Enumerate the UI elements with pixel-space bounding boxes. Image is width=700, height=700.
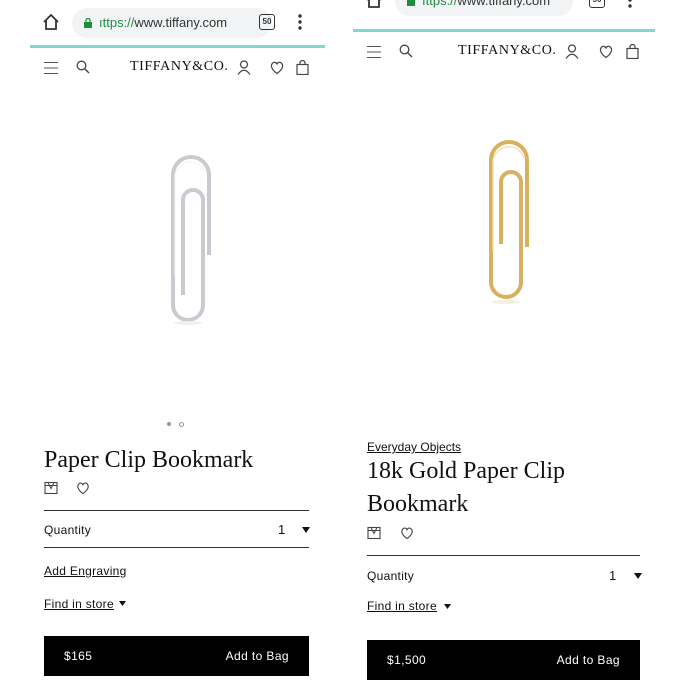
home-icon[interactable] (365, 0, 383, 9)
wishlist-heart-icon[interactable] (76, 481, 90, 495)
carousel-dot-active[interactable] (167, 422, 171, 426)
wishlist-heart-icon[interactable] (599, 44, 613, 59)
quantity-dropdown-caret-icon[interactable] (634, 573, 642, 579)
tiffany-logo[interactable]: TIFFANY&CO. (458, 43, 557, 59)
more-options-icon[interactable] (628, 0, 632, 8)
browser-toolbar: ıttps://www.tiffany.com 50 (30, 0, 325, 42)
address-bar[interactable]: ıttps://www.tiffany.com (72, 8, 272, 38)
quantity-label: Quantity (44, 523, 92, 537)
product-title-line-2: Bookmark (367, 491, 469, 517)
category-link[interactable]: Everyday Objects (367, 440, 461, 454)
left-screenshot: ıttps://www.tiffany.com 50 TIFFANY&CO. P… (30, 0, 325, 700)
product-price: $165 (64, 649, 93, 663)
right-screenshot: ıttps://www.tiffany.com 50 TIFFANY&CO. (353, 0, 655, 700)
account-icon[interactable] (237, 60, 251, 75)
account-icon[interactable] (565, 44, 579, 59)
add-to-bag-label: Add to Bag (225, 649, 289, 663)
browser-toolbar: ıttps://www.tiffany.com 50 (353, 0, 655, 20)
lock-icon (84, 18, 92, 28)
add-to-bag-button[interactable]: $165 Add to Bag (44, 636, 309, 676)
site-header: TIFFANY&CO. (30, 54, 325, 82)
product-title: Paper Clip Bookmark (44, 447, 254, 473)
find-in-store-link[interactable]: Find in store (44, 597, 114, 611)
hamburger-icon[interactable] (44, 61, 58, 75)
site-header: TIFFANY&CO. (353, 38, 655, 66)
search-icon[interactable] (399, 44, 413, 58)
url-text: ıttps://www.tiffany.com (422, 0, 551, 8)
product-price: $1,500 (387, 653, 427, 667)
add-to-bag-label: Add to Bag (556, 653, 620, 667)
brand-rule (30, 45, 325, 48)
wishlist-heart-icon[interactable] (270, 60, 284, 75)
product-title: 18k Gold Paper Clip Bookmark (367, 455, 627, 521)
carousel-dot[interactable] (179, 422, 184, 427)
add-to-bag-button[interactable]: $1,500 Add to Bag (367, 640, 640, 680)
quantity-dropdown-caret-icon[interactable] (302, 527, 310, 533)
quantity-label: Quantity (367, 569, 415, 583)
product-image-gold-paper-clip (489, 140, 529, 304)
find-in-store-link[interactable]: Find in store (367, 599, 437, 613)
find-in-store-caret-icon[interactable] (119, 601, 126, 606)
shopping-bag-icon[interactable] (296, 60, 309, 75)
url-text: ıttps://www.tiffany.com (99, 15, 228, 30)
add-engraving-link[interactable]: Add Engraving (44, 564, 127, 578)
product-title-line-1: 18k Gold Paper Clip (367, 458, 565, 484)
tiffany-logo[interactable]: TIFFANY&CO. (130, 59, 229, 75)
hamburger-icon[interactable] (367, 45, 381, 59)
divider (44, 510, 309, 511)
shopping-bag-icon[interactable] (626, 44, 639, 59)
wishlist-heart-icon[interactable] (400, 526, 414, 540)
quantity-value[interactable]: 1 (609, 568, 616, 583)
brand-rule (353, 29, 655, 32)
find-in-store-caret-icon[interactable] (444, 604, 451, 609)
gift-box-icon[interactable] (367, 526, 381, 540)
gift-box-icon[interactable] (44, 481, 58, 495)
lock-icon (407, 0, 415, 6)
tab-count-button[interactable]: 50 (259, 14, 275, 30)
carousel-dots (167, 420, 187, 428)
product-image-silver-paper-clip (171, 155, 211, 325)
tab-count-button[interactable]: 50 (589, 0, 605, 8)
search-icon[interactable] (76, 60, 90, 74)
more-options-icon[interactable] (298, 14, 302, 30)
divider (367, 555, 640, 556)
address-bar[interactable]: ıttps://www.tiffany.com (395, 0, 573, 16)
divider (44, 547, 309, 548)
quantity-value[interactable]: 1 (278, 522, 285, 537)
home-icon[interactable] (42, 13, 60, 31)
